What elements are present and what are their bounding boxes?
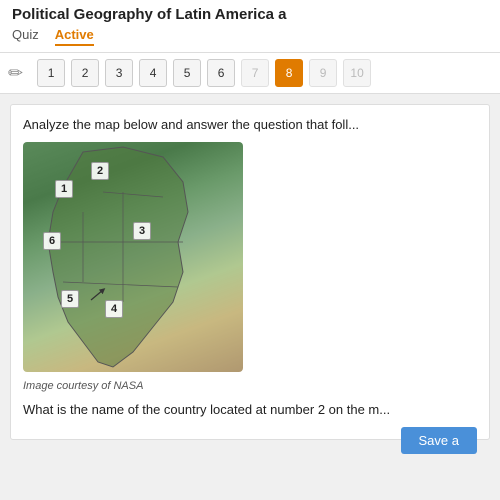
question-btn-10[interactable]: 10 bbox=[343, 59, 371, 87]
map-label-3: 3 bbox=[133, 222, 151, 240]
map-label-5: 5 bbox=[61, 290, 79, 308]
question-btn-4[interactable]: 4 bbox=[139, 59, 167, 87]
map-container: 1 2 3 4 5 6 bbox=[23, 142, 243, 372]
question-btn-3[interactable]: 3 bbox=[105, 59, 133, 87]
question-text: Analyze the map below and answer the que… bbox=[23, 117, 477, 132]
map-label-1: 1 bbox=[55, 180, 73, 198]
tabs: Quiz Active bbox=[12, 27, 488, 46]
header: Political Geography of Latin America a Q… bbox=[0, 0, 500, 53]
question-btn-7[interactable]: 7 bbox=[241, 59, 269, 87]
tab-active[interactable]: Active bbox=[55, 27, 94, 46]
map-label-2: 2 bbox=[91, 162, 109, 180]
main-content: Analyze the map below and answer the que… bbox=[10, 104, 490, 440]
question-btn-2[interactable]: 2 bbox=[71, 59, 99, 87]
tab-quiz[interactable]: Quiz bbox=[12, 27, 39, 46]
image-credit: Image courtesy of NASA bbox=[23, 380, 477, 392]
map-background: 1 2 3 4 5 6 bbox=[23, 142, 243, 372]
page-title: Political Geography of Latin America a bbox=[12, 6, 488, 23]
question-btn-9[interactable]: 9 bbox=[309, 59, 337, 87]
question-btn-6[interactable]: 6 bbox=[207, 59, 235, 87]
save-button[interactable]: Save a bbox=[401, 427, 477, 454]
bottom-question: What is the name of the country located … bbox=[23, 402, 477, 417]
question-btn-1[interactable]: 1 bbox=[37, 59, 65, 87]
question-btn-5[interactable]: 5 bbox=[173, 59, 201, 87]
toolbar: ✏ 1 2 3 4 5 6 7 8 9 10 bbox=[0, 53, 500, 94]
map-svg bbox=[23, 142, 243, 372]
map-label-6: 6 bbox=[43, 232, 61, 250]
map-label-4: 4 bbox=[105, 300, 123, 318]
pencil-icon: ✏ bbox=[8, 63, 23, 84]
question-btn-8[interactable]: 8 bbox=[275, 59, 303, 87]
